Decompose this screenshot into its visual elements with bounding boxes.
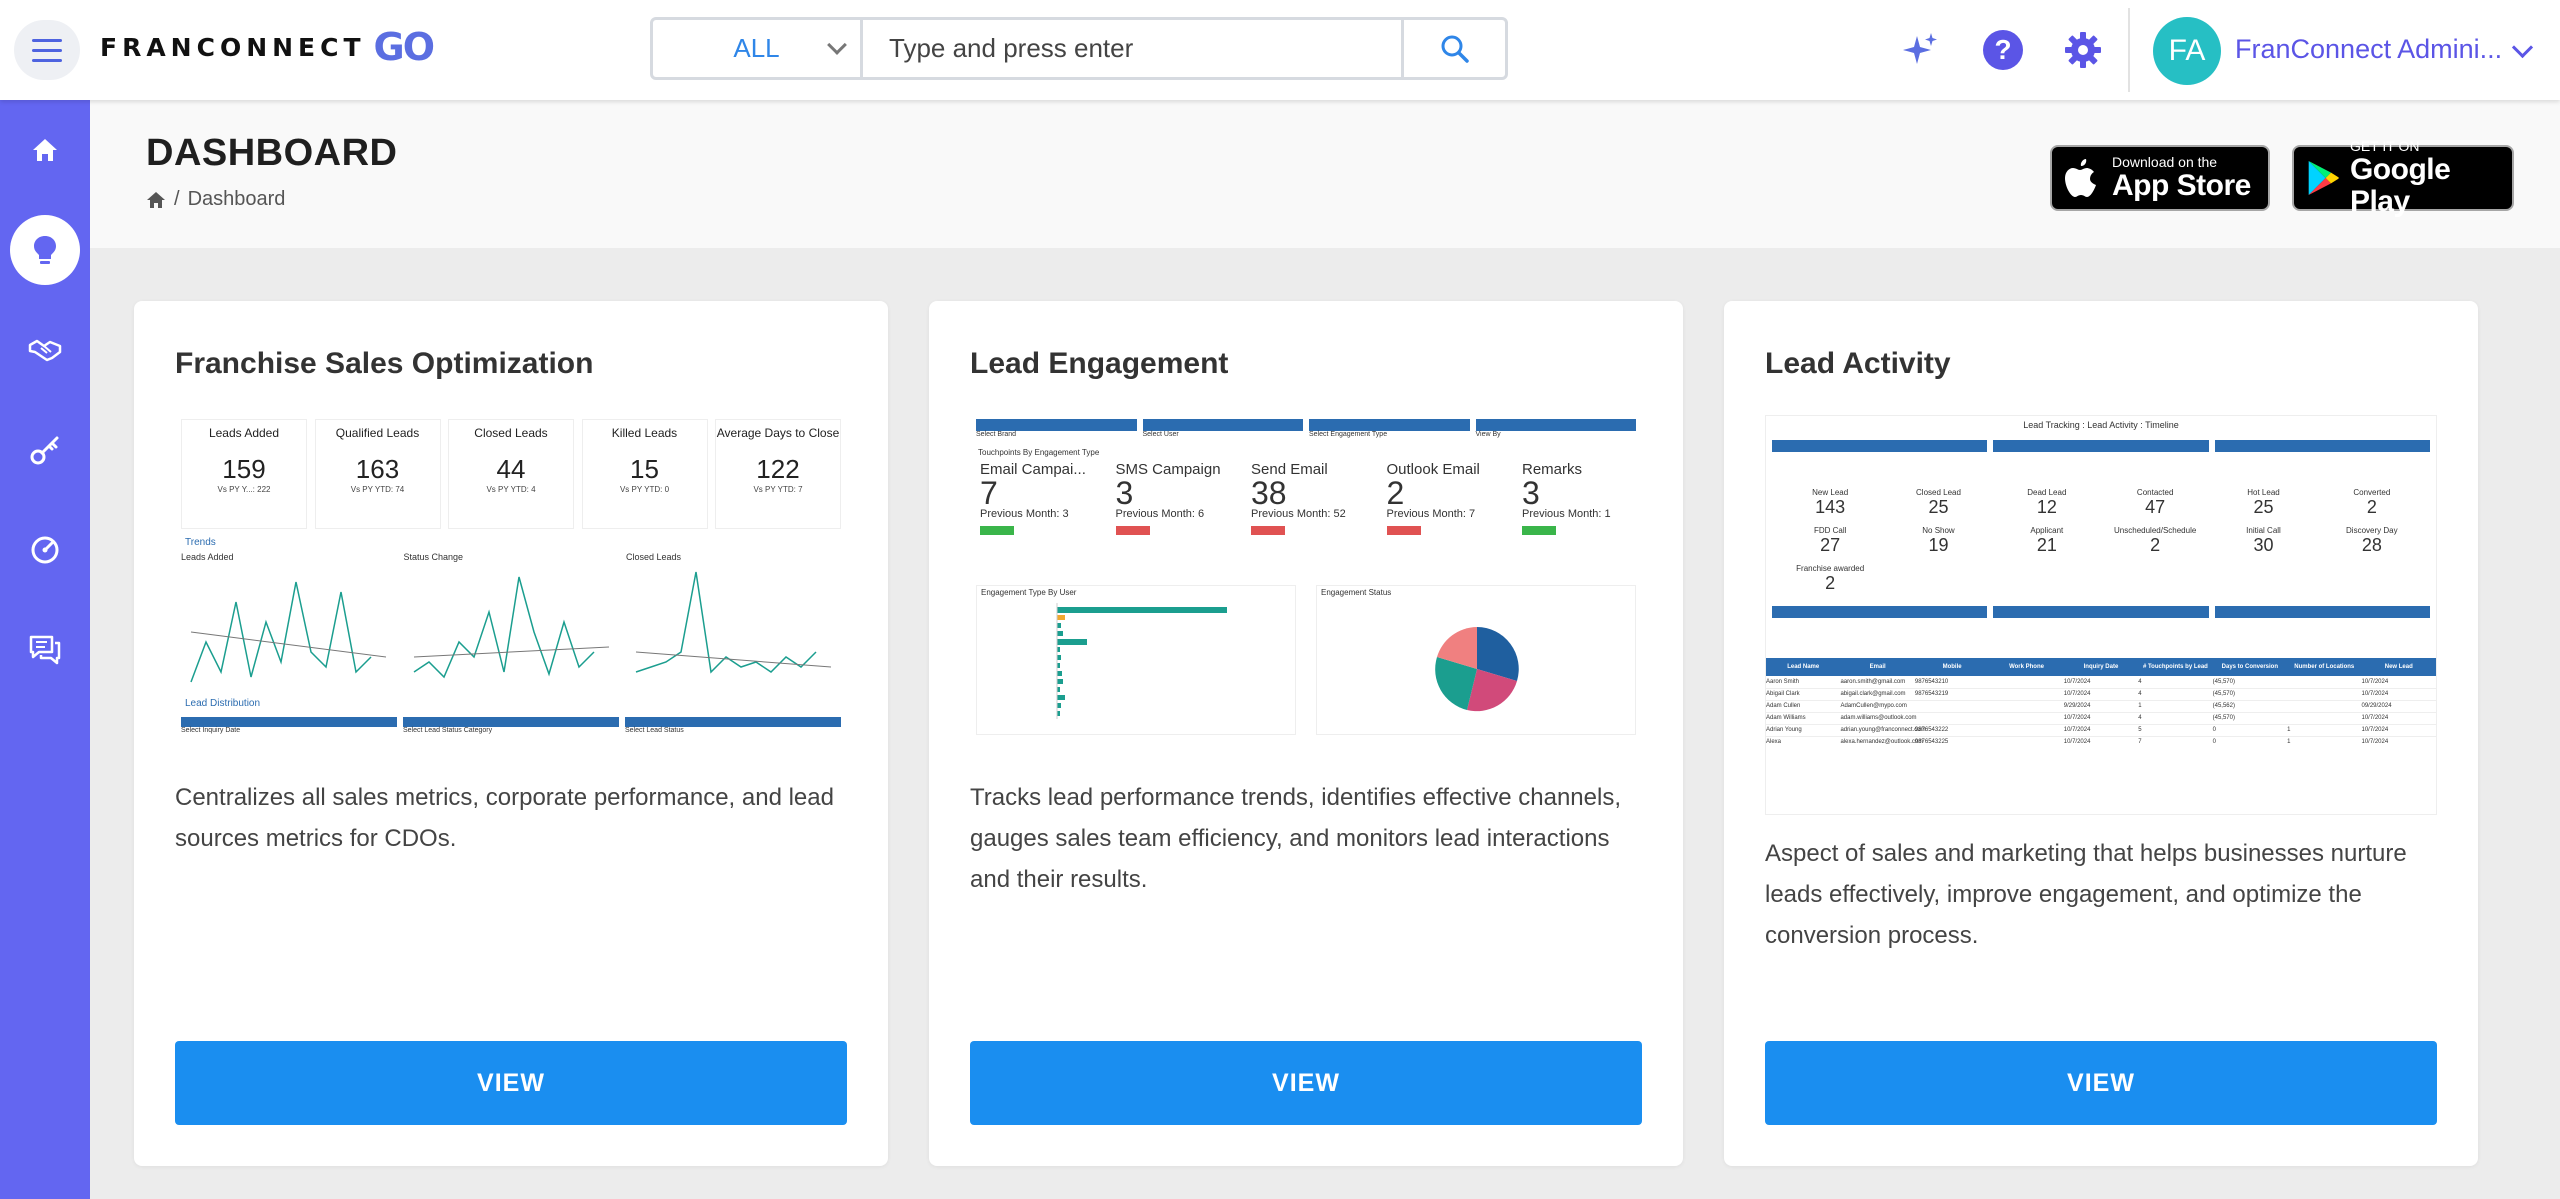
menu-toggle-button[interactable] <box>14 20 80 80</box>
lead-table: Lead Name Email Mobile Work Phone Inquir… <box>1766 658 2436 748</box>
settings-button[interactable] <box>2063 30 2103 70</box>
top-bar: FRANCONNECT GO ALL ? <box>0 0 2560 100</box>
table-row: Adam Williams adam.williams@outlook.com 10… <box>1766 712 2436 724</box>
global-search: ALL <box>650 17 1508 80</box>
card-preview-image: Lead Tracking : Lead Activity : Timeline… <box>1765 415 2437 815</box>
table-row: Alexa alexa.hernandez@outlook.com 98765432… <box>1766 739 2389 746</box>
breadcrumb: / Dashboard <box>146 188 285 211</box>
google-play-badge[interactable]: GET IT ON Google Play <box>2292 138 2514 218</box>
breadcrumb-current: Dashboard <box>187 188 286 210</box>
view-button[interactable]: VIEW <box>175 1041 847 1125</box>
table-row: Aaron Smith aaron.smith@gmail.com 98765432… <box>1766 676 2436 688</box>
table-row: Adam Cullen AdamCullen@mypo.com 9/29/2024 1… <box>1766 700 2436 712</box>
sidebar-item-home[interactable] <box>10 115 80 185</box>
card-title: Franchise Sales Optimization <box>175 347 594 380</box>
franconnect-logo[interactable]: FRANCONNECT GO <box>100 22 435 72</box>
card-description: Centralizes all sales metrics, corporate… <box>175 784 834 852</box>
mini-chart: Status Change <box>404 552 619 694</box>
card-preview-image: Leads Added 159 Vs PY Y...: 222 Qualifie… <box>175 415 847 745</box>
home-icon <box>33 139 57 161</box>
metric-tile: Outlook Email 2 Previous Month: 7 <box>1386 461 1512 581</box>
search-category-select[interactable]: ALL <box>653 20 863 77</box>
home-icon[interactable] <box>146 190 166 210</box>
user-avatar[interactable]: FA <box>2153 17 2221 85</box>
user-name[interactable]: FranConnect Admini... <box>2235 34 2502 65</box>
help-icon: ? <box>1983 30 2023 70</box>
metric-tile: SMS Campaign 3 Previous Month: 6 <box>1115 461 1241 581</box>
kpi-tile: Leads Added 159 Vs PY Y...: 222 <box>181 419 307 529</box>
divider <box>2128 8 2130 92</box>
mini-chart: Closed Leads <box>626 552 841 694</box>
card-franchise-sales: Franchise Sales Optimization Leads Added… <box>134 301 888 1166</box>
metric-tile: Email Campai... 7 Previous Month: 3 <box>980 461 1105 581</box>
card-description: Aspect of sales and marketing that helps… <box>1765 840 2407 949</box>
sidebar-item-access[interactable] <box>10 415 80 485</box>
search-icon <box>1441 35 1469 63</box>
key-icon <box>30 436 59 465</box>
kpi-tile: Average Days to Close 122 Vs PY YTD: 7 <box>715 419 841 529</box>
card-description: Tracks lead performance trends, identifi… <box>970 784 1621 893</box>
card-title: Lead Engagement <box>970 347 1229 380</box>
metric-tile: Send Email 38 Previous Month: 52 <box>1251 461 1376 581</box>
search-button[interactable] <box>1401 20 1505 77</box>
sidebar-item-messages[interactable] <box>10 615 80 685</box>
table-row: Adrian Young adrian.young@franconnect.com… <box>1766 724 2436 736</box>
chevron-down-icon[interactable] <box>2511 36 2534 59</box>
card-lead-activity: Lead Activity Lead Tracking : Lead Activ… <box>1724 301 2478 1166</box>
google-play-icon <box>2308 161 2339 195</box>
app-store-badge[interactable]: Download on the App Store <box>2050 145 2270 211</box>
gauge-icon <box>31 536 59 564</box>
kpi-tile: Qualified Leads 163 Vs PY YTD: 74 <box>314 419 441 529</box>
gear-icon <box>2065 32 2101 68</box>
stats-grid: New Lead 143 Closed Lead 25 Dead Lead 12 Co… <box>1796 488 2398 593</box>
engagement-bar-chart: Engagement Type By User <box>976 585 1296 735</box>
metric-tile: Remarks 3 Previous Month: 1 <box>1522 461 1632 581</box>
help-button[interactable]: ? <box>1983 30 2023 70</box>
hamburger-icon <box>32 38 62 42</box>
search-input[interactable] <box>863 20 1401 77</box>
sidebar-item-performance[interactable] <box>10 515 80 585</box>
handshake-icon <box>28 339 62 362</box>
ai-sparkle-button[interactable] <box>1900 30 1940 70</box>
page-header: DASHBOARD / Dashboard Download on the Ap… <box>90 100 2560 248</box>
sidebar-item-insights[interactable] <box>10 215 80 285</box>
sidebar-item-deals[interactable] <box>10 315 80 385</box>
engagement-pie-chart: Engagement Status <box>1316 585 1636 735</box>
card-title: Lead Activity <box>1765 347 1951 380</box>
kpi-tile: Killed Leads 15 Vs PY YTD: 0 <box>581 419 708 529</box>
card-lead-engagement: Lead Engagement Select Brand Select User… <box>929 301 1683 1166</box>
view-button[interactable]: VIEW <box>970 1041 1642 1125</box>
page-title: DASHBOARD <box>146 132 398 174</box>
card-preview-image: Select Brand Select User Select Engageme… <box>970 415 1642 760</box>
lead-distribution-label: Lead Distribution <box>185 698 261 709</box>
lightbulb-icon <box>34 236 56 264</box>
chat-icon <box>29 635 61 665</box>
sidebar <box>0 100 90 1199</box>
mini-chart: Leads Added <box>181 552 396 694</box>
view-button[interactable]: VIEW <box>1765 1041 2437 1125</box>
trends-label: Trends <box>185 537 216 548</box>
table-row: Abigail Clark abigail.clark@gmail.com 9876… <box>1766 688 2436 700</box>
sparkle-icon <box>1903 33 1937 64</box>
apple-icon <box>2065 159 2096 197</box>
chevron-down-icon <box>827 35 847 55</box>
kpi-tile: Closed Leads 44 Vs PY YTD: 4 <box>448 419 574 529</box>
